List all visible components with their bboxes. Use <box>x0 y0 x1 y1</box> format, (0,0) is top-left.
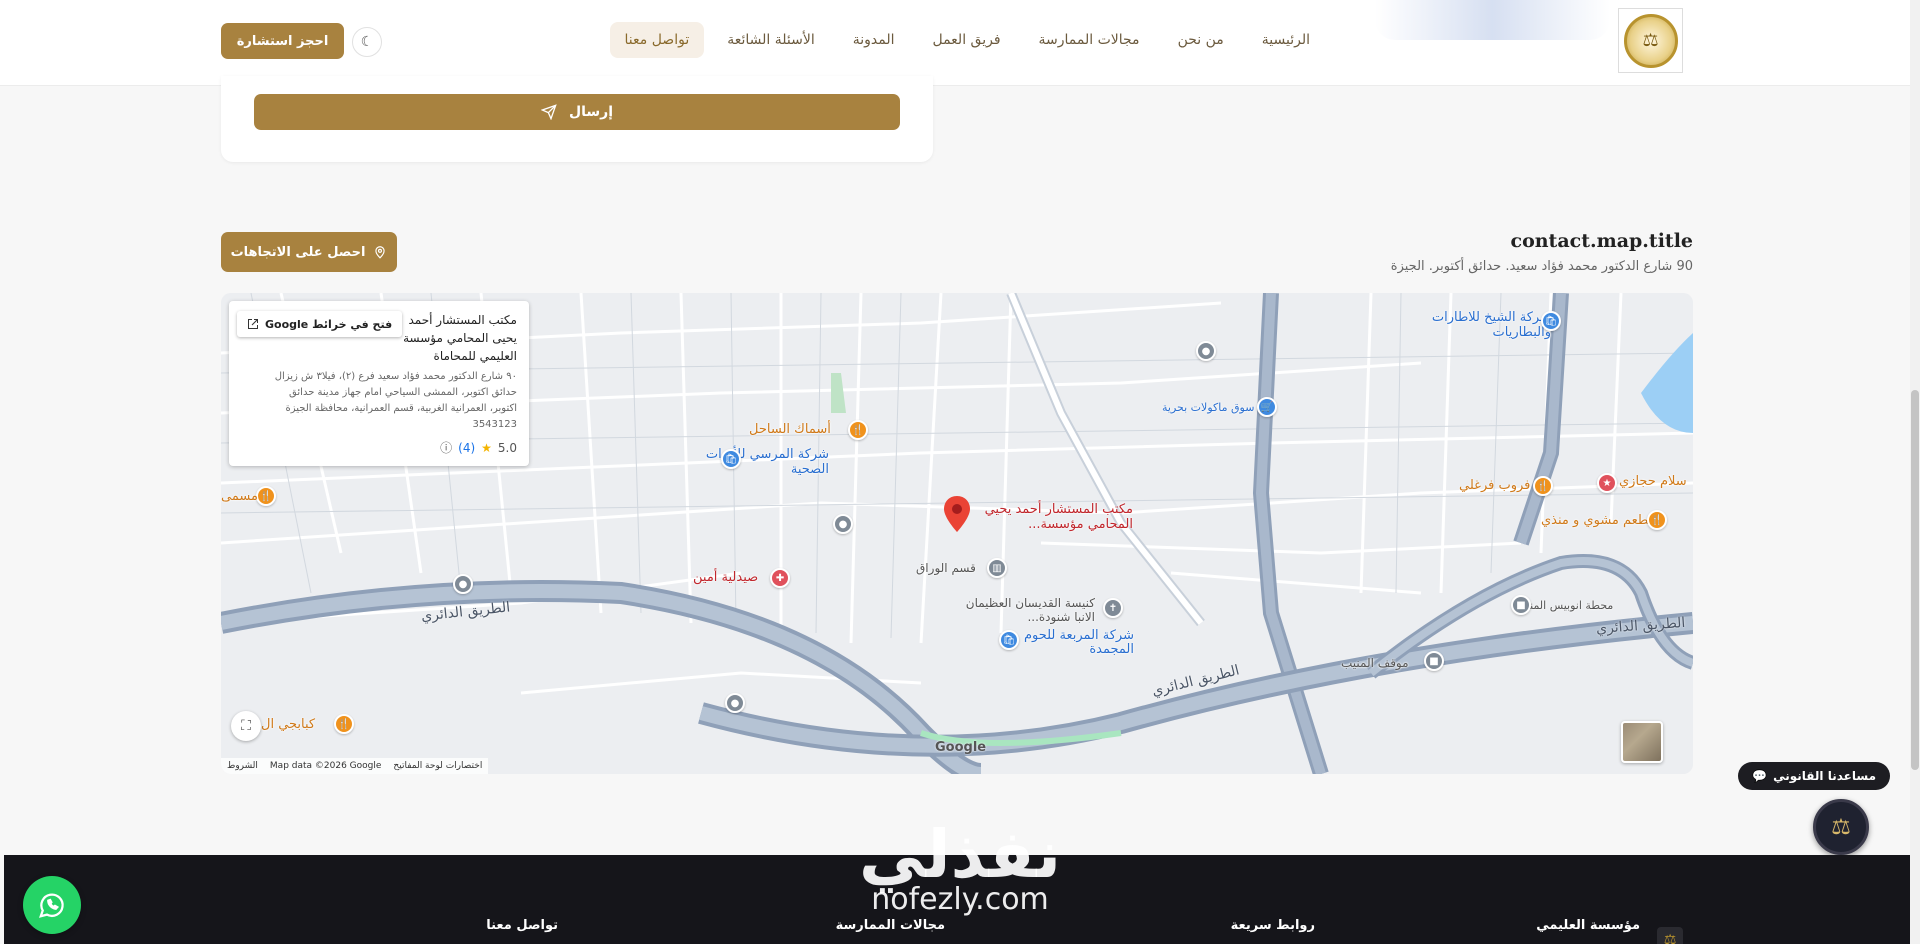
map-label-kababgy[interactable]: كبابجي ال <box>261 717 315 732</box>
map-label-sheikh[interactable]: شركة الشيخ للاطارات والبطاريات <box>1421 310 1551 340</box>
watermark-domain: nofezly.com <box>871 882 1049 917</box>
map-label-church[interactable]: كنيسة القديسان العظيمان الانبا شنودة... <box>965 596 1095 624</box>
scales-icon: ⚖ <box>1831 814 1851 840</box>
nav-faq[interactable]: الأسئلة الشائعة <box>712 22 830 58</box>
map-label-office[interactable]: مكتب المستشار أحمد يحيي المحامي مؤسسة... <box>973 502 1133 532</box>
restaurant-icon[interactable]: 🍴 <box>848 420 868 440</box>
nav-contact[interactable]: تواصل معنا <box>609 22 705 58</box>
nav-blog[interactable]: المدونة <box>838 22 910 58</box>
get-directions-button[interactable]: احصل على الاتجاهات <box>221 232 397 272</box>
satellite-toggle-button[interactable] <box>1621 721 1663 763</box>
restaurant-icon[interactable]: 🍴 <box>1533 476 1553 496</box>
restaurant-icon[interactable]: 🍴 <box>1647 510 1667 530</box>
map-attribution-bar: الشروط Map data ©2026 Google اختصارات لو… <box>221 758 489 774</box>
legal-assistant-button[interactable]: ⚖ <box>1813 799 1869 855</box>
send-button[interactable]: إرسال <box>254 94 900 130</box>
theme-toggle-button[interactable]: ☾ <box>352 27 382 57</box>
book-consultation-button[interactable]: احجز استشارة <box>221 23 344 59</box>
map-section-address: 90 شارع الدكتور محمد فؤاد سعيد. حدائق أك… <box>1390 259 1693 274</box>
footer-quick-links-heading: روابط سريعة <box>1230 918 1315 933</box>
footer-logo-icon: ⚖ <box>1657 927 1683 944</box>
shopping-bag-icon[interactable]: 🛍 <box>1541 311 1561 331</box>
shopping-bag-icon[interactable]: 🛍 <box>721 449 741 469</box>
map-label-market[interactable]: سوق ماكولات بحرية <box>1162 401 1254 414</box>
church-icon[interactable]: ✝ <box>1103 598 1123 618</box>
keyboard-shortcuts-link[interactable]: اختصارات لوحة المفاتيح <box>393 761 482 771</box>
directions-label: احصل على الاتجاهات <box>230 244 366 260</box>
header-blurred-element <box>1375 0 1610 40</box>
map-data-attribution: Map data ©2026 Google <box>269 761 382 771</box>
map-label-pharmacy[interactable]: صيدلية أمين <box>693 570 758 585</box>
footer-brand: مؤسسة العليمي <box>1536 918 1640 933</box>
shopping-bag-icon[interactable]: 🛍 <box>999 630 1019 650</box>
restaurant-icon[interactable]: 🍴 <box>334 714 354 734</box>
contact-form-card: إرسال <box>221 76 933 162</box>
map-place-icon[interactable]: ● <box>1196 341 1216 361</box>
map-label-mor3[interactable]: شركة المربعة للحوم المجمدة <box>1019 629 1134 657</box>
open-in-google-maps-button[interactable]: فتح في خرائط Google <box>237 311 403 337</box>
map-label-ferghaly[interactable]: فروب فرغلي <box>1459 478 1530 493</box>
whatsapp-icon <box>38 893 64 918</box>
rating-value: 5.0 <box>497 440 517 455</box>
map-place-info-card: فتح في خرائط Google مكتب المستشار أحمد ي… <box>229 301 529 466</box>
map-label-warraq[interactable]: قسم الوراق <box>916 561 976 575</box>
map-fullscreen-icon[interactable]: ⛶ <box>231 711 261 741</box>
send-label: إرسال <box>568 104 614 120</box>
google-map-embed[interactable]: أسماك الساحل 🍴 شركة المرسي للأدوات الصحي… <box>221 293 1693 774</box>
location-pin-icon[interactable] <box>944 496 970 532</box>
open-gmaps-label: فتح في خرائط Google <box>265 317 393 331</box>
info-icon[interactable]: ⓘ <box>440 439 452 456</box>
info-card-rating: 5.0 ★ (4) ⓘ <box>440 439 517 456</box>
map-place-icon[interactable]: ● <box>453 574 473 594</box>
nofezly-watermark: نفذلي nofezly.com <box>845 816 1075 918</box>
pharmacy-icon[interactable]: ✚ <box>770 568 790 588</box>
map-place-icon[interactable]: ● <box>725 693 745 713</box>
map-label-mosallas[interactable]: مسمى <box>221 489 258 504</box>
map-section-title: contact.map.title <box>1510 230 1694 252</box>
legal-assistant-label[interactable]: مساعدنا القانوني 💬 <box>1738 762 1890 790</box>
google-logo: Google <box>935 740 987 755</box>
map-label-fish[interactable]: أسماك الساحل <box>749 422 831 437</box>
external-link-icon <box>248 319 258 329</box>
map-label-hegazy[interactable]: سلام حجازي <box>1619 474 1687 489</box>
bus-stop-icon[interactable]: ■ <box>1424 651 1444 671</box>
footer-contact-heading: تواصل معنا <box>486 918 558 933</box>
cart-icon[interactable]: 🛒 <box>1257 397 1277 417</box>
paper-plane-icon <box>540 104 557 120</box>
star-icon: ★ <box>481 440 492 455</box>
map-terms-link[interactable]: الشروط <box>227 761 258 771</box>
nav-home[interactable]: الرئيسية <box>1247 22 1325 58</box>
moon-icon: ☾ <box>360 34 374 50</box>
footer-practice-heading: مجالات الممارسة <box>835 918 945 933</box>
page-scrollbar[interactable] <box>1910 0 1920 944</box>
nav-about[interactable]: من نحن <box>1163 22 1239 58</box>
scrollbar-thumb[interactable] <box>1911 390 1919 770</box>
scales-of-justice-logo-icon: ⚖ <box>1623 13 1678 68</box>
info-card-address: ٩٠ شارع الدكتور محمد فؤاد سعيد فرع (٢)، … <box>274 371 517 430</box>
site-header: ⚖ الرئيسية من نحن مجالات الممارسة فريق ا… <box>0 0 1910 86</box>
map-pin-icon <box>375 246 386 259</box>
whatsapp-button[interactable] <box>23 876 81 934</box>
restaurant-icon[interactable]: 🍴 <box>256 486 276 506</box>
chat-bubble-icon: 💬 <box>1752 769 1768 783</box>
watermark-arabic: نفذلي <box>859 816 1063 893</box>
site-logo[interactable]: ⚖ <box>1618 8 1683 73</box>
map-label-bus-stop[interactable]: موقف المنيب <box>1341 656 1409 670</box>
map-label-mashwy[interactable]: مطعم مشوي و منذي <box>1541 513 1656 528</box>
train-station-icon[interactable]: ■ <box>1511 595 1531 615</box>
map-place-icon[interactable]: ● <box>833 514 853 534</box>
nav-team[interactable]: فريق العمل <box>917 22 1015 58</box>
building-icon[interactable]: ▥ <box>987 558 1007 578</box>
assistant-text: مساعدنا القانوني <box>1773 769 1876 783</box>
reviews-link[interactable]: (4) <box>458 441 475 455</box>
landmark-icon[interactable]: ★ <box>1597 473 1617 493</box>
map-label-morsy[interactable]: شركة المرسي للأدوات الصحية <box>699 447 829 477</box>
main-navigation: الرئيسية من نحن مجالات الممارسة فريق الع… <box>609 22 1325 58</box>
nav-practice-areas[interactable]: مجالات الممارسة <box>1024 22 1155 58</box>
